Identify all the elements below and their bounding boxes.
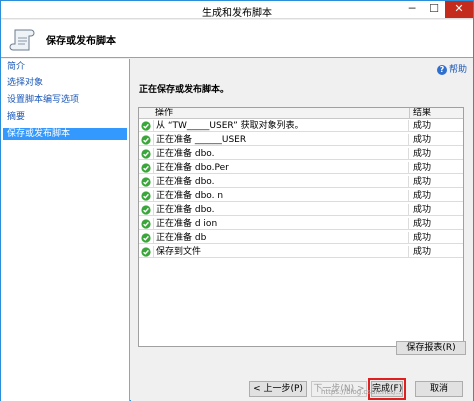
nav-item-intro[interactable]: 简介 — [3, 61, 127, 73]
table-row[interactable]: 正在准备 dbo. 成功 — [139, 148, 463, 160]
row-result: 成功 — [408, 190, 463, 202]
table-row[interactable]: 正在准备 dbo. 成功 — [139, 204, 463, 216]
row-result: 成功 — [408, 162, 463, 174]
page-header: 保存或发布脚本 — [1, 20, 473, 58]
success-check-icon — [141, 247, 151, 257]
wizard-button-bar: < 上一步(P) 下一步(N) > 完成(F) 取消 — [131, 378, 473, 401]
column-header-operation[interactable]: 操作 — [155, 108, 173, 119]
save-report-button[interactable]: 保存报表(R) — [396, 341, 466, 355]
table-header: 操作 结果 — [139, 108, 463, 119]
cancel-button[interactable]: 取消 — [415, 381, 463, 397]
script-scroll-icon — [9, 29, 35, 51]
table-row[interactable]: 保存到文件 成功 — [139, 246, 463, 258]
success-check-icon — [141, 219, 151, 229]
row-result: 成功 — [408, 232, 463, 244]
row-result: 成功 — [408, 176, 463, 188]
row-operation: 正在准备 ______USER — [153, 134, 407, 146]
success-check-icon — [141, 135, 151, 145]
nav-item-summary[interactable]: 摘要 — [3, 111, 127, 123]
minimize-button[interactable]: ─ — [401, 1, 423, 18]
nav-item-save-publish[interactable]: 保存或发布脚本 — [3, 128, 127, 140]
success-check-icon — [141, 121, 151, 131]
row-operation: 保存到文件 — [153, 246, 407, 258]
success-check-icon — [141, 149, 151, 159]
row-result: 成功 — [408, 246, 463, 258]
progress-table: 操作 结果 从 “TW_____USER” 获取对象列表。 成功 正在准备 ____… — [138, 107, 464, 347]
row-operation: 从 “TW_____USER” 获取对象列表。 — [153, 120, 407, 132]
close-button[interactable]: ✕ — [445, 1, 473, 18]
success-check-icon — [141, 233, 151, 243]
help-label: 帮助 — [448, 65, 467, 75]
wizard-nav: 简介 选择对象 设置脚本编写选项 摘要 保存或发布脚本 — [1, 59, 130, 401]
table-row[interactable]: 正在准备 dbo. n 成功 — [139, 190, 463, 202]
row-result: 成功 — [408, 120, 463, 132]
table-row[interactable]: 正在准备 d ion 成功 — [139, 218, 463, 230]
table-row[interactable]: 正在准备 db 成功 — [139, 232, 463, 244]
main-panel: ? 帮助 正在保存或发布脚本。 操作 结果 从 “TW_____USER” 获取对… — [131, 59, 473, 401]
row-operation: 正在准备 dbo. — [153, 204, 407, 216]
success-check-icon — [141, 177, 151, 187]
row-operation: 正在准备 db — [153, 232, 407, 244]
help-link[interactable]: ? 帮助 — [436, 62, 467, 75]
row-result: 成功 — [408, 148, 463, 160]
column-header-result[interactable]: 结果 — [409, 108, 431, 119]
page-title: 保存或发布脚本 — [46, 36, 116, 47]
table-row[interactable]: 正在准备 dbo. 成功 — [139, 176, 463, 188]
title-bar: 生成和发布脚本 ─ ☐ ✕ — [1, 1, 473, 19]
back-button[interactable]: < 上一步(P) — [249, 381, 307, 397]
success-check-icon — [141, 205, 151, 215]
nav-item-scripting-options[interactable]: 设置脚本编写选项 — [3, 94, 127, 106]
success-check-icon — [141, 191, 151, 201]
table-row[interactable]: 正在准备 ______USER 成功 — [139, 134, 463, 146]
table-row[interactable]: 从 “TW_____USER” 获取对象列表。 成功 — [139, 120, 463, 132]
row-operation: 正在准备 dbo. n — [153, 190, 407, 202]
row-result: 成功 — [408, 204, 463, 216]
row-result: 成功 — [408, 134, 463, 146]
watermark: https://blog.csdn.net/... — [321, 388, 403, 396]
maximize-button[interactable]: ☐ — [423, 1, 445, 18]
status-text: 正在保存或发布脚本。 — [139, 85, 230, 95]
row-result: 成功 — [408, 218, 463, 230]
row-operation: 正在准备 dbo.Per — [153, 162, 407, 174]
success-check-icon — [141, 163, 151, 173]
help-icon: ? — [436, 64, 447, 75]
row-operation: 正在准备 d ion — [153, 218, 407, 230]
nav-item-choose-objects[interactable]: 选择对象 — [3, 77, 127, 89]
row-operation: 正在准备 dbo. — [153, 176, 407, 188]
row-operation: 正在准备 dbo. — [153, 148, 407, 160]
dialog-window: 生成和发布脚本 ─ ☐ ✕ 保存或发布脚本 简介 选择对象 设置脚本编写选项 摘… — [0, 0, 474, 401]
table-row[interactable]: 正在准备 dbo.Per 成功 — [139, 162, 463, 174]
